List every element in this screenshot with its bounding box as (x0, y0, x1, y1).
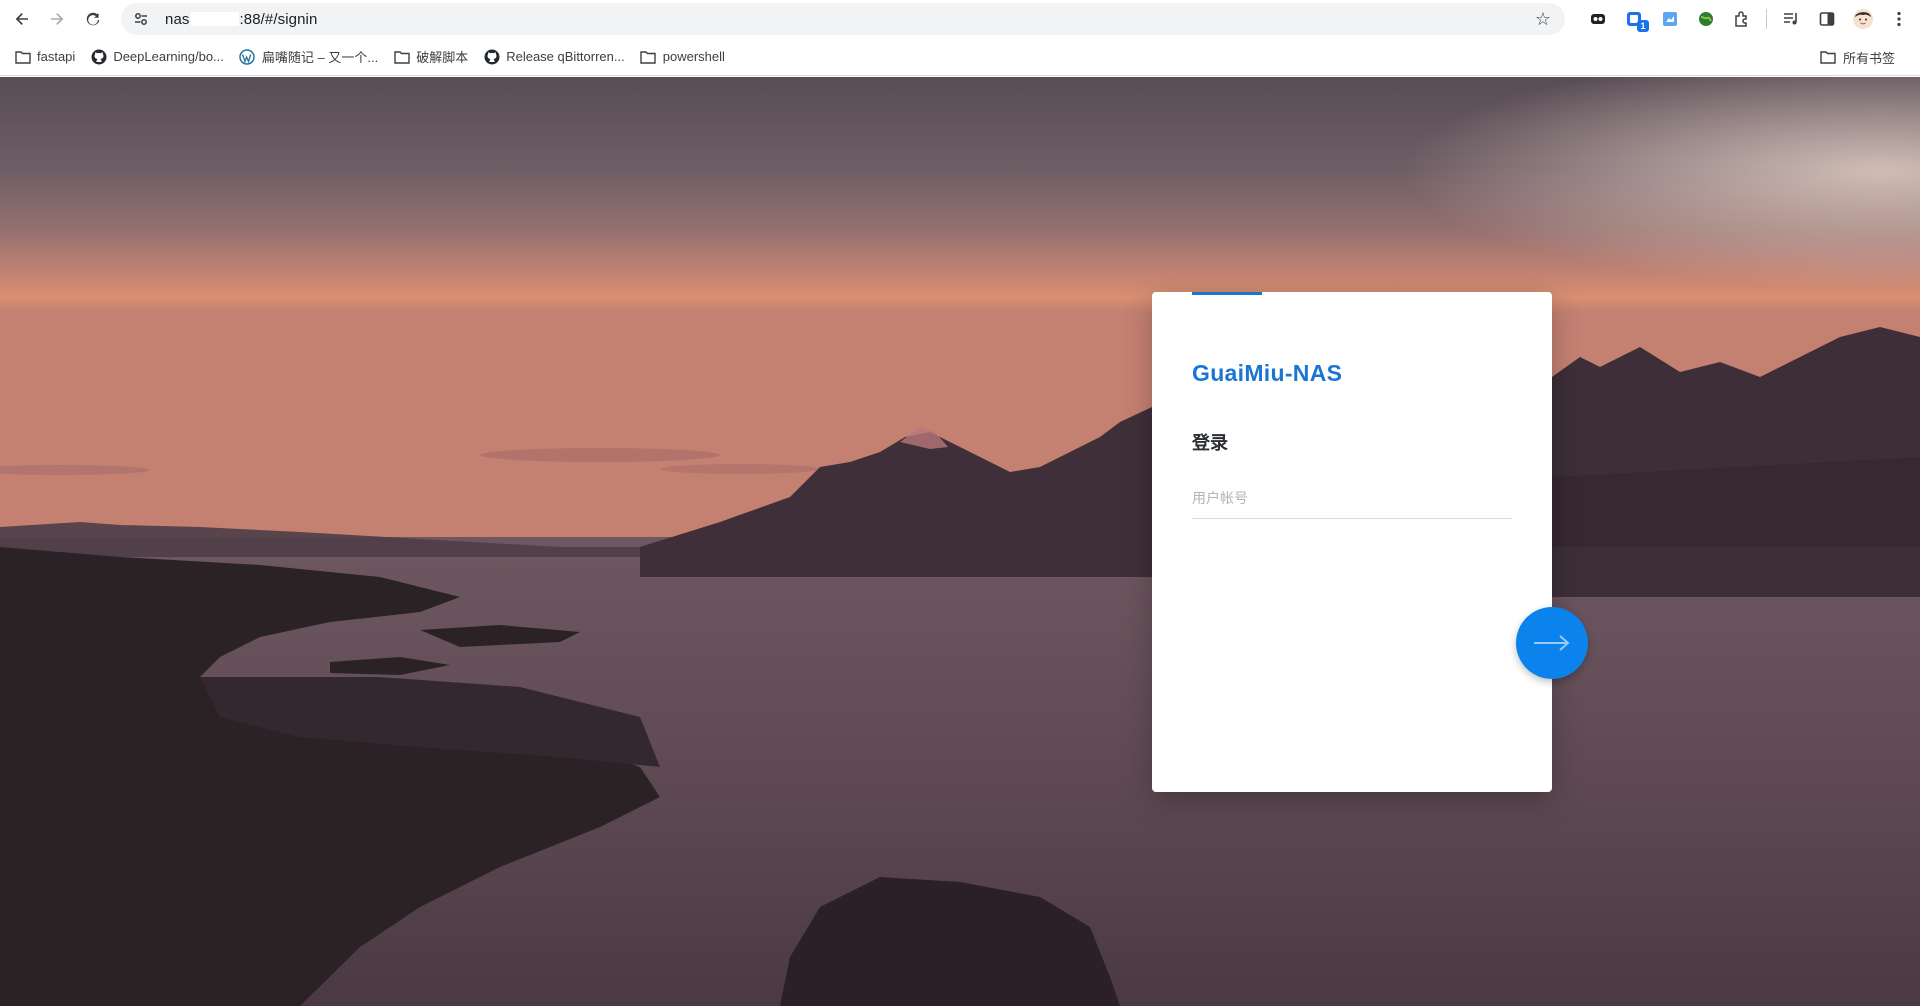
bookmark-item[interactable]: Release qBittorren... (481, 43, 633, 71)
signin-page: GuaiMiu-NAS 登录 (0, 77, 1920, 1006)
brand-title: GuaiMiu-NAS (1192, 360, 1343, 386)
profile-avatar[interactable] (1850, 6, 1876, 32)
forward-button[interactable] (43, 5, 71, 33)
extensions-puzzle-icon[interactable] (1729, 6, 1755, 32)
username-input[interactable] (1192, 477, 1512, 519)
tab-manager-extension-icon[interactable]: 1 (1621, 6, 1649, 32)
arrow-right-icon (1534, 635, 1570, 651)
toolbar-separator (1766, 9, 1767, 29)
reload-button[interactable] (79, 5, 107, 33)
reload-icon (86, 12, 100, 26)
all-bookmarks-button[interactable]: 所有书签 (1818, 43, 1903, 71)
folder-icon (14, 48, 31, 65)
bookmark-label: DeepLearning/bo... (113, 49, 224, 64)
bookmark-label: 扁嘴随记 – 又一个... (261, 50, 379, 65)
bookmark-item[interactable]: 破解脚本 (391, 43, 476, 71)
bookmarks-bar: fastapi DeepLearning/bo... 扁嘴随记 – 又一个...… (0, 38, 1920, 76)
landscape-background (0, 77, 1920, 1006)
incognito-extension-icon[interactable] (1585, 6, 1611, 32)
media-control-icon[interactable] (1778, 6, 1804, 32)
screenshot-extension-icon[interactable] (1657, 6, 1683, 32)
bookmark-label: 破解脚本 (416, 50, 469, 65)
arrow-left-icon (15, 13, 28, 25)
bookmark-star-icon[interactable]: ☆ (1533, 9, 1553, 29)
bookmark-label: Release qBittorren... (506, 49, 625, 64)
login-heading: 登录 (1192, 433, 1228, 453)
folder-icon (1820, 49, 1837, 66)
site-info-button[interactable] (129, 7, 153, 31)
bookmark-item[interactable]: 扁嘴随记 – 又一个... (237, 43, 386, 71)
browser-toolbar: nas :88/#/signin ☆ 1 (0, 0, 1920, 38)
extensions-area: 1 (1580, 0, 1920, 38)
card-accent-bar (1192, 292, 1262, 295)
github-icon (483, 48, 500, 65)
wordpress-icon (239, 48, 256, 65)
globe-extension-icon[interactable] (1693, 6, 1719, 32)
bookmark-label: fastapi (37, 49, 76, 64)
side-panel-icon[interactable] (1814, 6, 1840, 32)
bookmark-label: powershell (662, 49, 725, 64)
back-button[interactable] (8, 5, 36, 33)
folder-icon (393, 48, 410, 65)
url-text[interactable]: nas :88/#/signin (165, 11, 317, 28)
bookmark-item[interactable]: fastapi (12, 43, 83, 71)
login-card: GuaiMiu-NAS 登录 (1152, 292, 1552, 792)
arrow-right-icon (51, 13, 64, 25)
url-host: nas (165, 10, 190, 28)
redacted-block (190, 11, 239, 26)
bookmark-item[interactable]: DeepLearning/bo... (88, 43, 232, 71)
github-icon (90, 48, 107, 65)
bookmark-item[interactable]: powershell (638, 43, 733, 71)
more-menu-icon[interactable] (1886, 6, 1912, 32)
extension-badge: 1 (1637, 20, 1649, 32)
tune-icon (135, 13, 147, 25)
url-path: :88/#/signin (239, 10, 318, 28)
folder-icon (640, 48, 657, 65)
all-bookmarks-label: 所有书签 (1842, 50, 1895, 66)
next-button[interactable] (1516, 607, 1588, 679)
address-bar[interactable]: nas :88/#/signin ☆ (121, 3, 1565, 35)
